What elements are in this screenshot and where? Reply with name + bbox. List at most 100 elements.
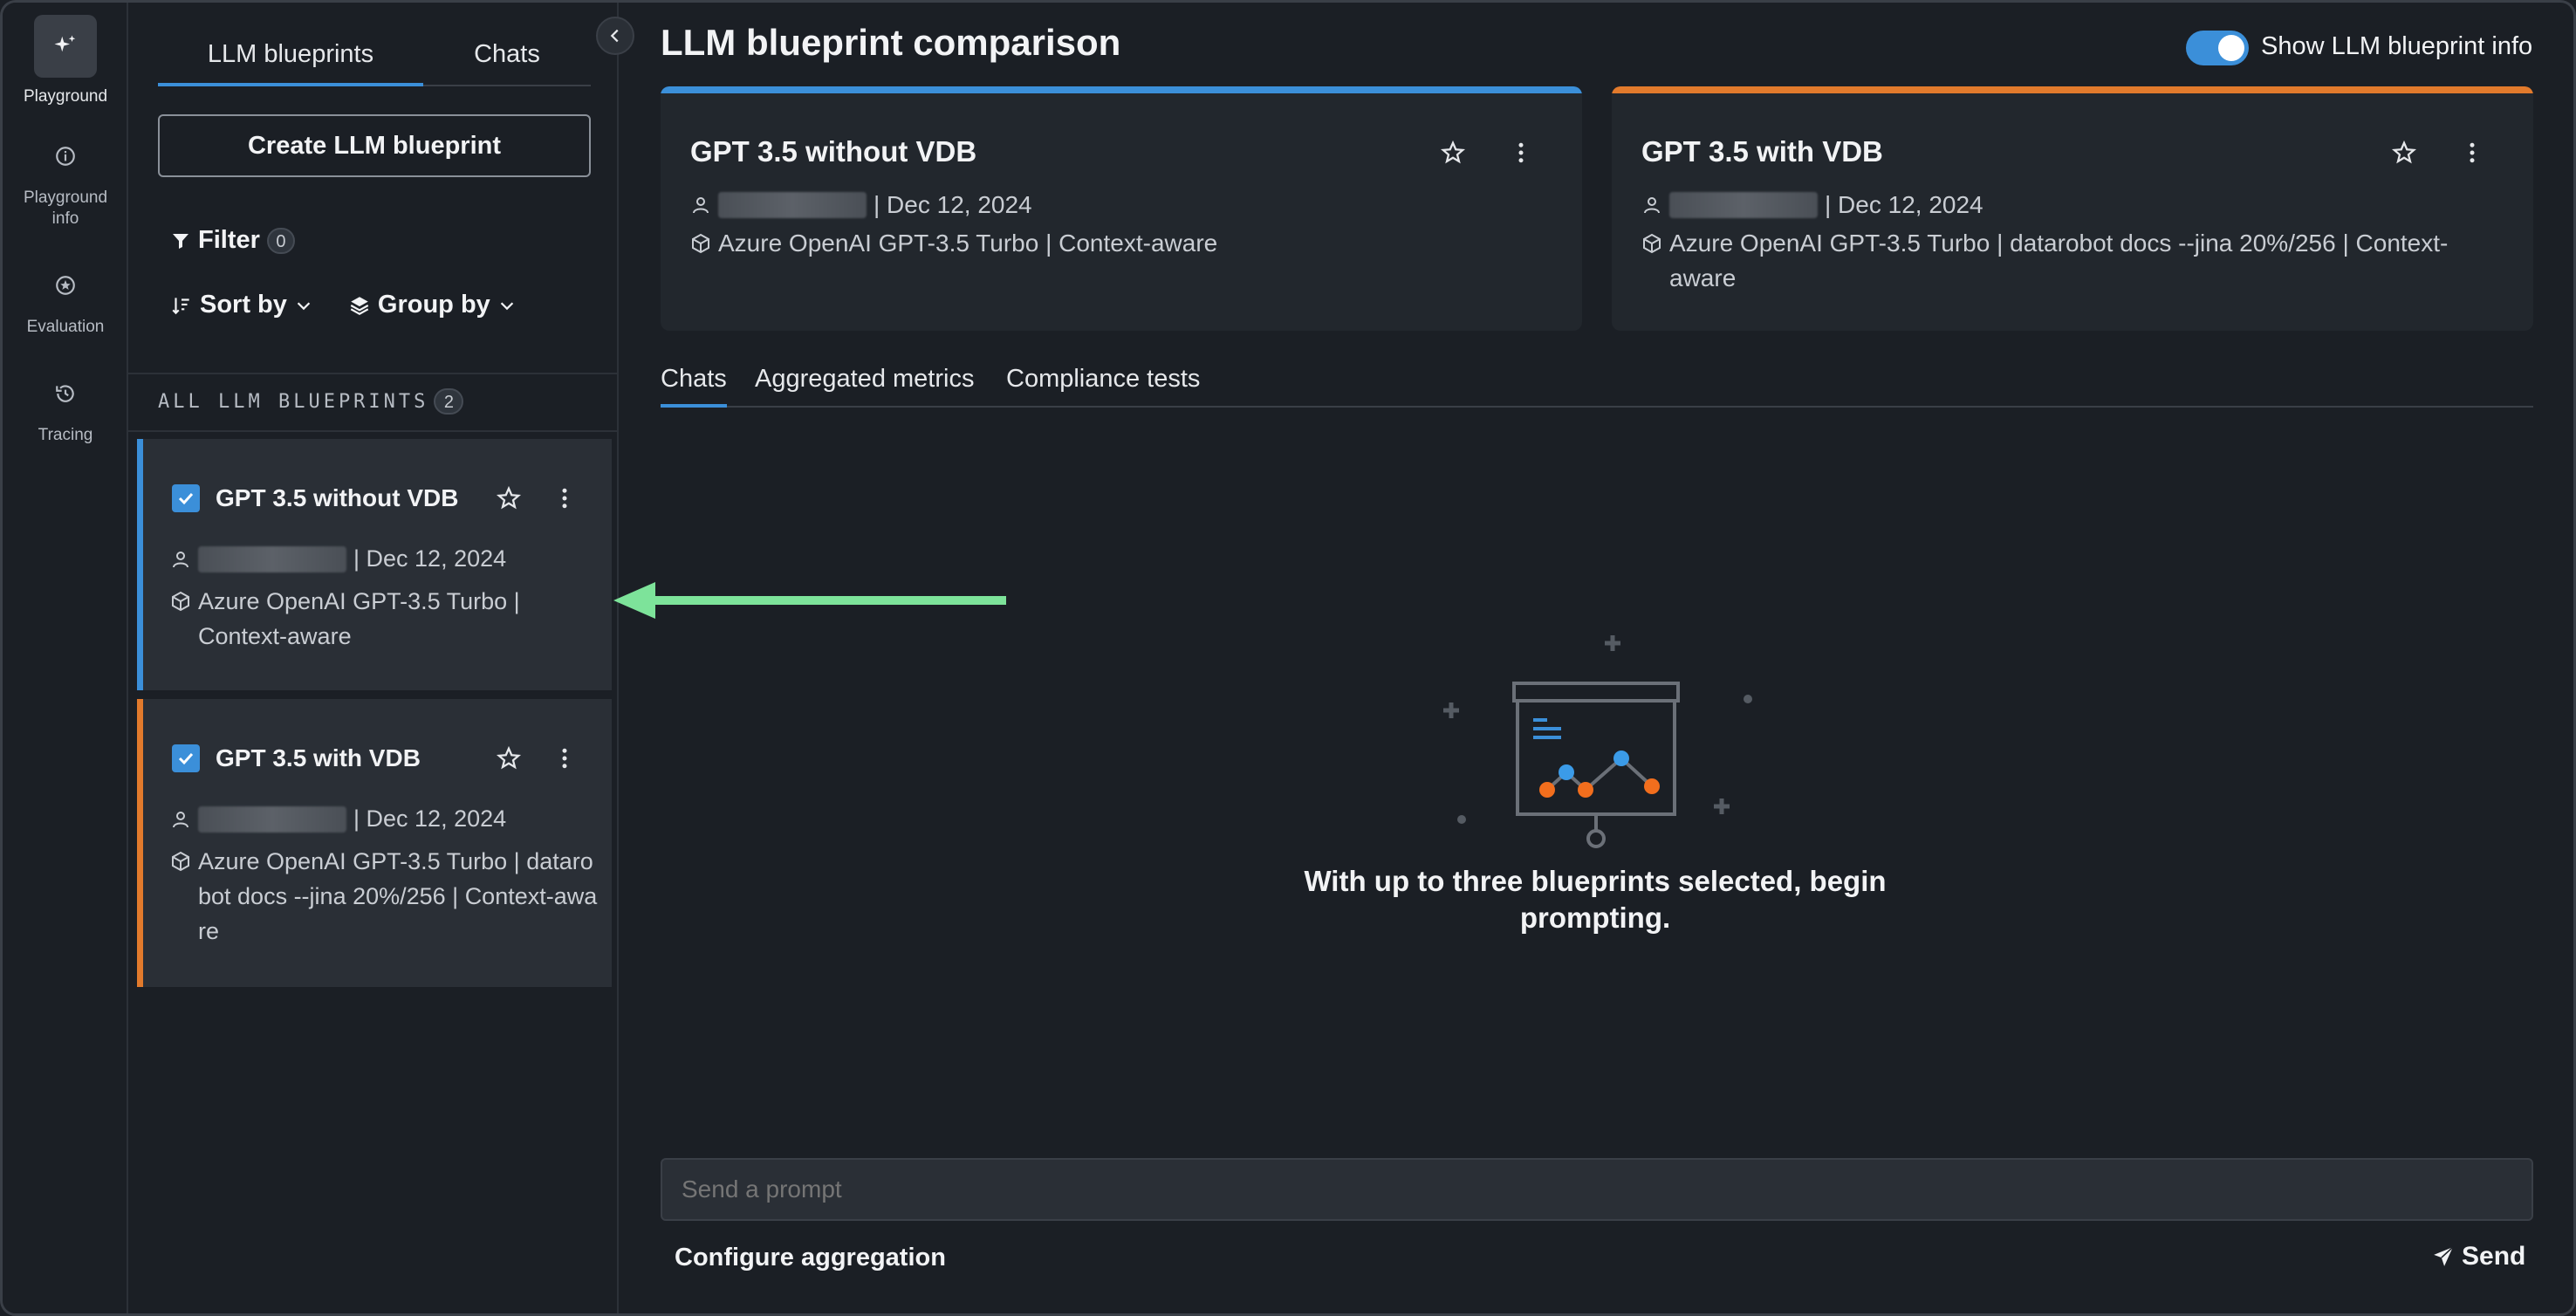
user-icon: [173, 551, 188, 567]
history-icon: [34, 371, 97, 416]
rail-item-playground-info[interactable]: Playground info: [3, 134, 128, 230]
sort-by-button[interactable]: Sort by: [170, 291, 313, 319]
cube-icon: [692, 233, 709, 254]
more-vertical-icon[interactable]: [547, 741, 582, 776]
rail-item-label: Evaluation: [26, 318, 105, 336]
page-title: LLM blueprint comparison: [661, 22, 1121, 63]
collapse-panel-button[interactable]: [596, 17, 634, 55]
toggle-knob: [2218, 35, 2244, 61]
blueprint-model: Azure OpenAI GPT-3.5 Turbo | datarobot d…: [170, 844, 598, 949]
star-icon[interactable]: [491, 741, 526, 776]
redacted-username: [198, 805, 346, 833]
show-info-toggle[interactable]: [2186, 31, 2249, 65]
filter-button[interactable]: Filter 0: [170, 226, 295, 255]
main-tabs: Chats Aggregated metrics Compliance test…: [661, 359, 2533, 408]
blueprint-date: | Dec 12, 2024: [353, 545, 507, 572]
more-vertical-icon[interactable]: [547, 481, 582, 516]
rail-item-label: Tracing: [38, 426, 93, 444]
blueprint-checkbox[interactable]: [172, 744, 200, 772]
comparison-card-model-text: Azure OpenAI GPT-3.5 Turbo | datarobot d…: [1669, 230, 2449, 291]
sparkle-icon: [34, 15, 97, 78]
comparison-card-model: Azure OpenAI GPT-3.5 Turbo | datarobot d…: [1641, 226, 2505, 296]
presentation-chart-illustration: [1443, 635, 1752, 848]
tab-llm-blueprints[interactable]: LLM blueprints: [158, 27, 423, 86]
group-by-button[interactable]: Group by: [348, 291, 517, 319]
tab-aggregated-metrics[interactable]: Aggregated metrics: [755, 359, 974, 408]
blueprint-card[interactable]: GPT 3.5 with VDB | Dec 12, 2024 Azure Op…: [137, 699, 612, 987]
check-icon: [178, 492, 194, 505]
comparison-card: GPT 3.5 without VDB | Dec 12, 2024 Azure…: [661, 86, 1582, 331]
group-by-label: Group by: [377, 291, 490, 319]
blueprint-model-text: Azure OpenAI GPT-3.5 Turbo | Context-awa…: [198, 588, 520, 649]
comparison-card-title: GPT 3.5 with VDB: [1641, 135, 1883, 168]
blueprint-meta: | Dec 12, 2024: [170, 545, 506, 572]
comparison-card-model-text: Azure OpenAI GPT-3.5 Turbo | Context-awa…: [718, 230, 1218, 257]
info-icon: [34, 134, 97, 179]
divider: [128, 430, 619, 432]
chevron-left-icon: [610, 29, 619, 43]
left-rail: Playground Playground info Evaluation Tr…: [3, 3, 128, 1313]
blueprint-card[interactable]: GPT 3.5 without VDB | Dec 12, 2024 Azure…: [137, 439, 612, 690]
tab-chats[interactable]: Chats: [423, 27, 591, 86]
comparison-card-date: | Dec 12, 2024: [1825, 191, 1983, 218]
cube-icon: [172, 851, 189, 872]
tab-chats[interactable]: Chats: [661, 359, 727, 408]
comparison-card-model: Azure OpenAI GPT-3.5 Turbo | Context-awa…: [690, 226, 1554, 261]
divider: [128, 373, 619, 374]
layers-icon: [350, 296, 369, 315]
section-count-badge: 2: [434, 388, 464, 415]
user-icon: [693, 197, 709, 214]
send-icon: [2434, 1246, 2454, 1266]
star-icon[interactable]: [2387, 135, 2422, 170]
sort-icon: [172, 297, 189, 314]
sort-group-controls: Sort by Group by: [170, 291, 517, 319]
filter-count-badge: 0: [266, 227, 295, 254]
tab-compliance-tests[interactable]: Compliance tests: [1006, 359, 1200, 408]
cube-icon: [172, 591, 189, 612]
accent-bar: [137, 439, 143, 690]
section-title: ALL LLM BLUEPRINTS: [158, 390, 429, 413]
blueprint-panel: LLM blueprints Chats Create LLM blueprin…: [128, 3, 619, 1313]
show-info-label: Show LLM blueprint info: [2261, 32, 2533, 60]
user-icon: [173, 811, 188, 827]
rail-item-label: Playground: [23, 87, 108, 106]
app-window: Playground Playground info Evaluation Tr…: [0, 0, 2576, 1316]
cube-icon: [1643, 233, 1661, 254]
accent-bar: [1612, 86, 2533, 93]
annotation-arrow: [613, 582, 1006, 619]
comparison-card-meta: | Dec 12, 2024: [1641, 191, 1983, 219]
blueprint-checkbox[interactable]: [172, 484, 200, 512]
star-icon[interactable]: [491, 481, 526, 516]
redacted-username: [1669, 192, 1818, 218]
star-icon[interactable]: [1435, 135, 1470, 170]
configure-aggregation-button[interactable]: Configure aggregation: [675, 1244, 946, 1272]
more-vertical-icon[interactable]: [2455, 135, 2490, 170]
chevron-down-icon: [500, 301, 514, 310]
filter-label: Filter: [198, 226, 260, 254]
redacted-username: [198, 545, 346, 572]
create-llm-blueprint-button[interactable]: Create LLM blueprint: [158, 114, 591, 177]
filter-icon: [173, 233, 188, 249]
blueprint-meta: | Dec 12, 2024: [170, 805, 506, 833]
blueprint-title: GPT 3.5 with VDB: [216, 744, 421, 771]
chevron-down-icon: [297, 301, 311, 310]
prompt-input[interactable]: [661, 1158, 2533, 1221]
rail-item-tracing[interactable]: Tracing: [3, 371, 128, 446]
send-label: Send: [2462, 1242, 2526, 1271]
redacted-username: [718, 192, 867, 218]
blueprint-date: | Dec 12, 2024: [353, 805, 507, 832]
rail-item-evaluation[interactable]: Evaluation: [3, 263, 128, 338]
section-header: ALL LLM BLUEPRINTS 2: [158, 388, 464, 415]
comparison-card-date: | Dec 12, 2024: [874, 191, 1032, 218]
more-vertical-icon[interactable]: [1504, 135, 1538, 170]
blueprint-model: Azure OpenAI GPT-3.5 Turbo | Context-awa…: [170, 584, 598, 654]
evaluation-icon: [34, 263, 97, 308]
rail-item-playground[interactable]: Playground: [3, 15, 128, 107]
comparison-card-meta: | Dec 12, 2024: [690, 191, 1032, 219]
comparison-card-title: GPT 3.5 without VDB: [690, 135, 977, 168]
blueprint-model-text: Azure OpenAI GPT-3.5 Turbo | datarobot d…: [198, 848, 598, 944]
check-icon: [178, 752, 194, 765]
send-button[interactable]: Send: [2432, 1242, 2525, 1271]
blueprint-title: GPT 3.5 without VDB: [216, 484, 459, 511]
accent-bar: [137, 699, 143, 987]
